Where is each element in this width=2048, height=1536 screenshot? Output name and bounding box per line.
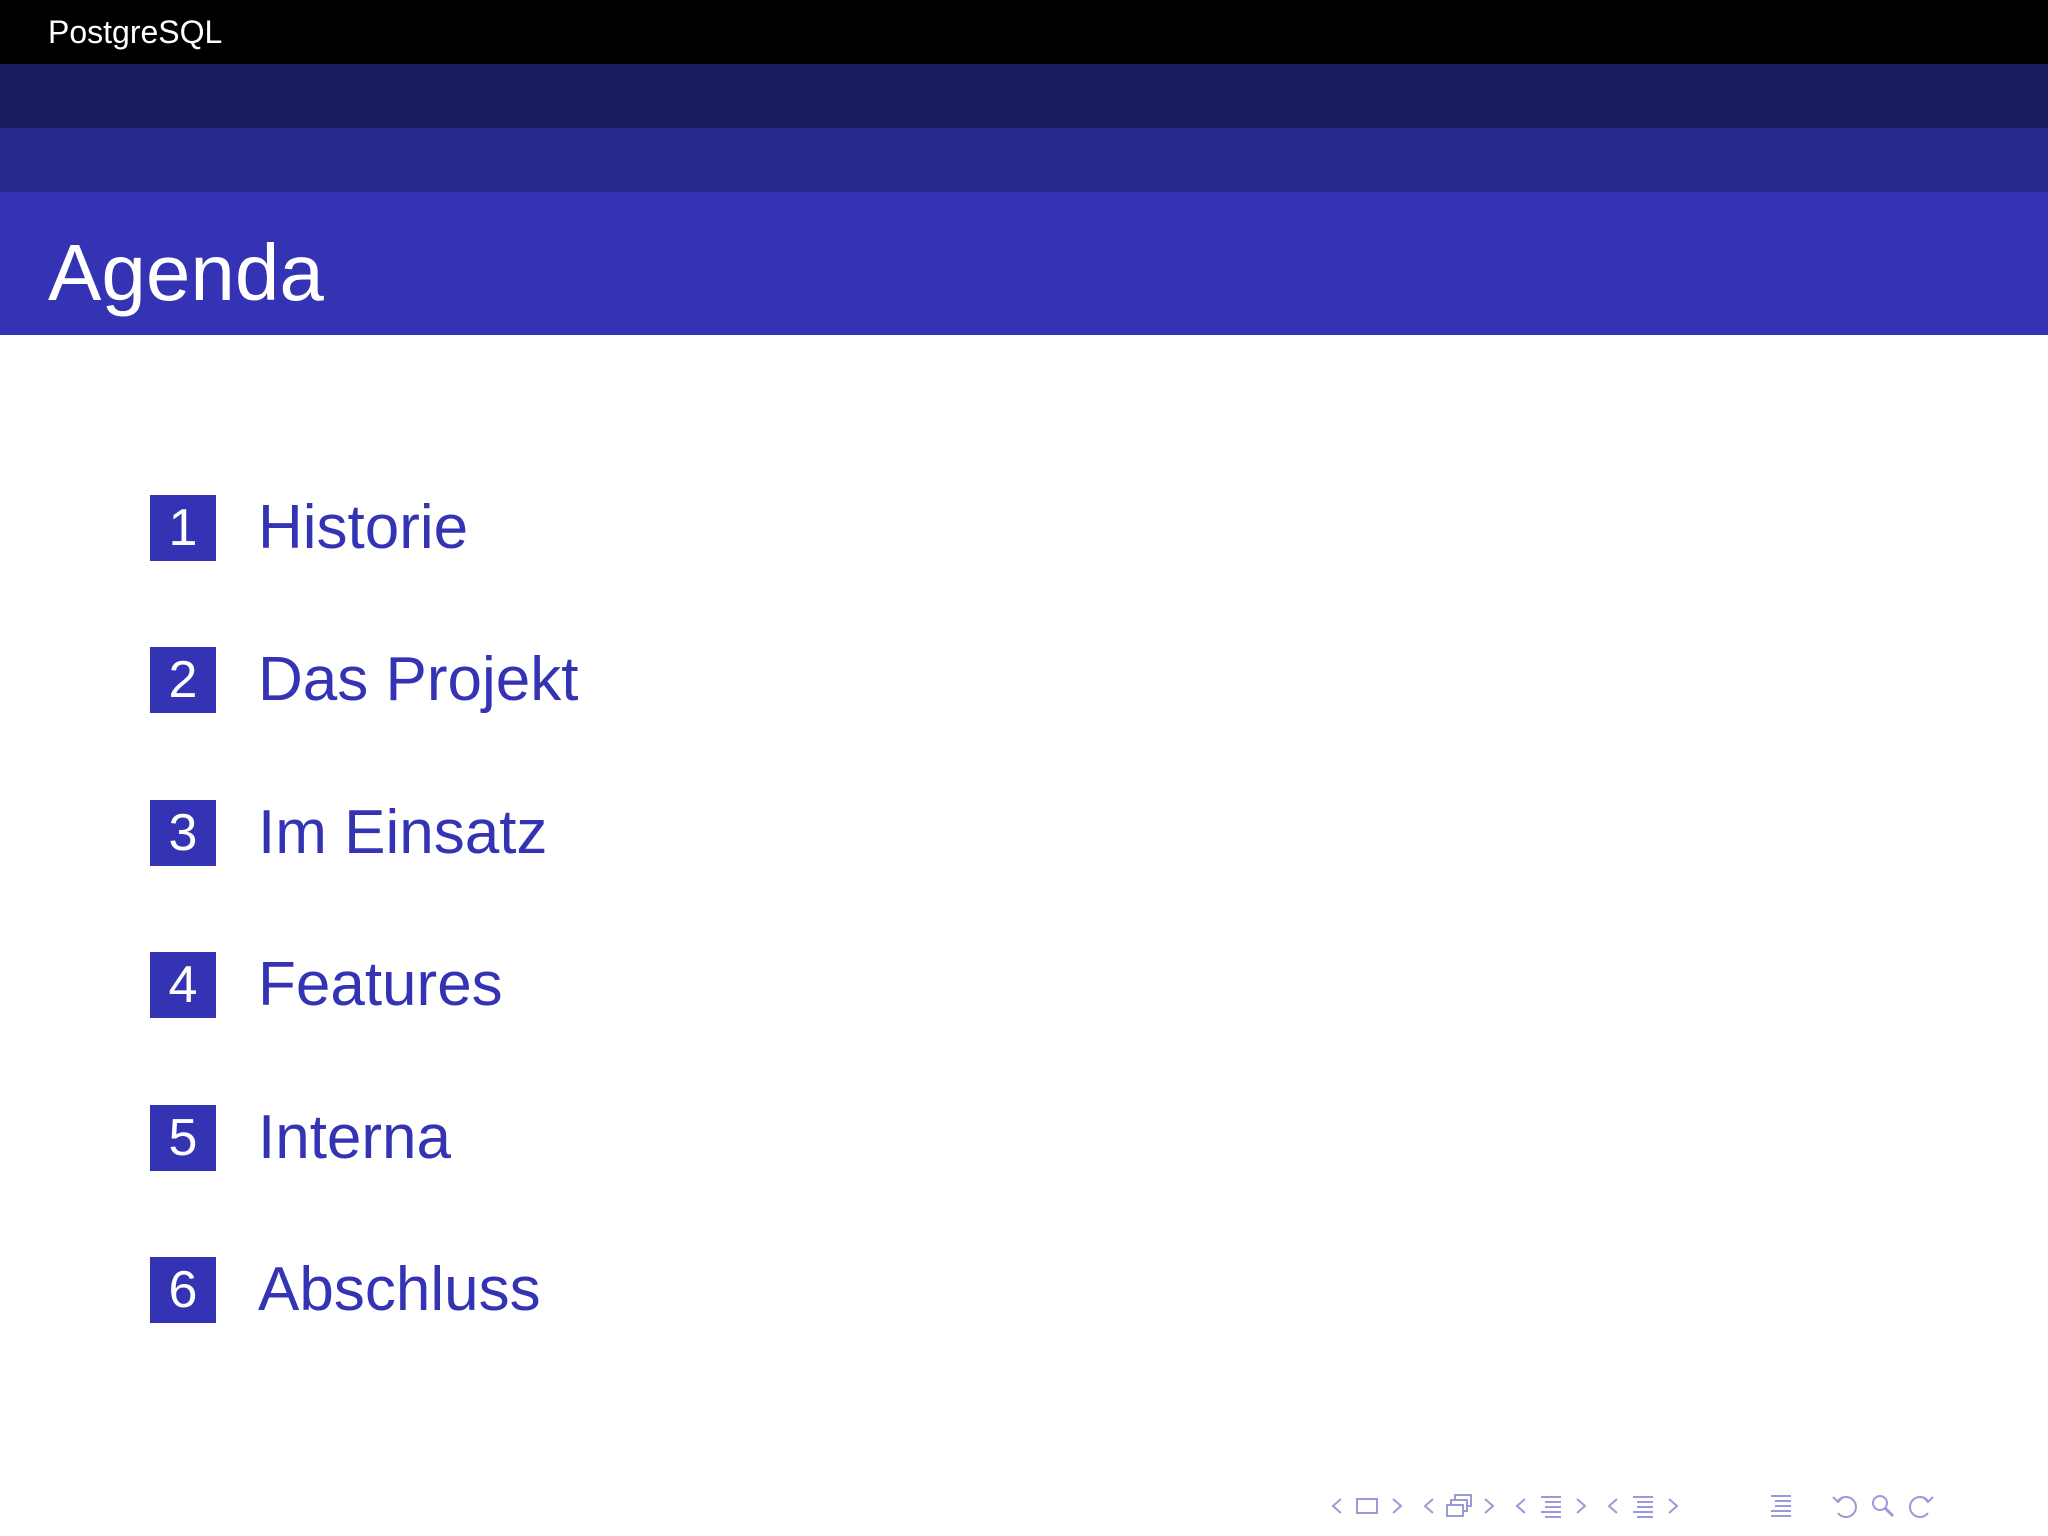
toc-item-number: 6 xyxy=(150,1257,216,1323)
prev-slide-icon[interactable] xyxy=(1606,1496,1620,1516)
toc-item-label: Interna xyxy=(258,1103,452,1172)
toc-item-interna[interactable]: 5 Interna xyxy=(150,1105,451,1171)
toc-icon[interactable] xyxy=(1764,1492,1798,1520)
toc-item-historie[interactable]: 1 Historie xyxy=(150,495,468,561)
frame-title: Agenda xyxy=(48,228,324,317)
header-band-dark xyxy=(0,64,2048,128)
toc-item-abschluss[interactable]: 6 Abschluss xyxy=(150,1257,541,1323)
slide-icon[interactable] xyxy=(1626,1492,1660,1520)
nav-section-group xyxy=(1514,1492,1588,1520)
toc-item-das-projekt[interactable]: 2 Das Projekt xyxy=(150,647,578,713)
header-band-mid xyxy=(0,128,2048,192)
toc-item-label: Das Projekt xyxy=(258,645,579,714)
prev-section-icon[interactable] xyxy=(1514,1496,1528,1516)
toc-item-label: Im Einsatz xyxy=(258,798,548,867)
toc-item-number: 4 xyxy=(150,952,216,1018)
back-icon[interactable] xyxy=(1829,1491,1861,1521)
short-title: PostgreSQL xyxy=(48,14,223,50)
forward-icon[interactable] xyxy=(1905,1491,1937,1521)
navigation-symbols xyxy=(1330,1490,1940,1522)
toc-item-number: 3 xyxy=(150,800,216,866)
frame-icon[interactable] xyxy=(1350,1492,1384,1520)
frame-title-bar: Agenda xyxy=(0,192,2048,335)
headline-bar: PostgreSQL xyxy=(0,0,2048,64)
next-section-icon[interactable] xyxy=(1574,1496,1588,1516)
toc-item-number: 2 xyxy=(150,647,216,713)
toc-item-features[interactable]: 4 Features xyxy=(150,952,503,1018)
search-icon[interactable] xyxy=(1867,1491,1899,1521)
toc-item-label: Abschluss xyxy=(258,1255,541,1324)
toc-item-label: Historie xyxy=(258,493,469,562)
prev-frame-icon[interactable] xyxy=(1330,1496,1344,1516)
subsection-icon[interactable] xyxy=(1442,1492,1476,1520)
section-icon[interactable] xyxy=(1534,1492,1568,1520)
nav-frame-group xyxy=(1330,1492,1404,1520)
slide: PostgreSQL Agenda 1 Historie 2 Das Proje… xyxy=(0,0,2048,1536)
prev-subsection-icon[interactable] xyxy=(1422,1496,1436,1516)
next-subsection-icon[interactable] xyxy=(1482,1496,1496,1516)
next-frame-icon[interactable] xyxy=(1390,1496,1404,1516)
next-slide-icon[interactable] xyxy=(1666,1496,1680,1516)
nav-slide-group xyxy=(1606,1492,1680,1520)
toc-item-number: 1 xyxy=(150,495,216,561)
nav-tail-group xyxy=(1826,1491,1940,1521)
toc-item-im-einsatz[interactable]: 3 Im Einsatz xyxy=(150,800,547,866)
toc-item-number: 5 xyxy=(150,1105,216,1171)
nav-subsection-group xyxy=(1422,1492,1496,1520)
toc-item-label: Features xyxy=(258,950,503,1019)
